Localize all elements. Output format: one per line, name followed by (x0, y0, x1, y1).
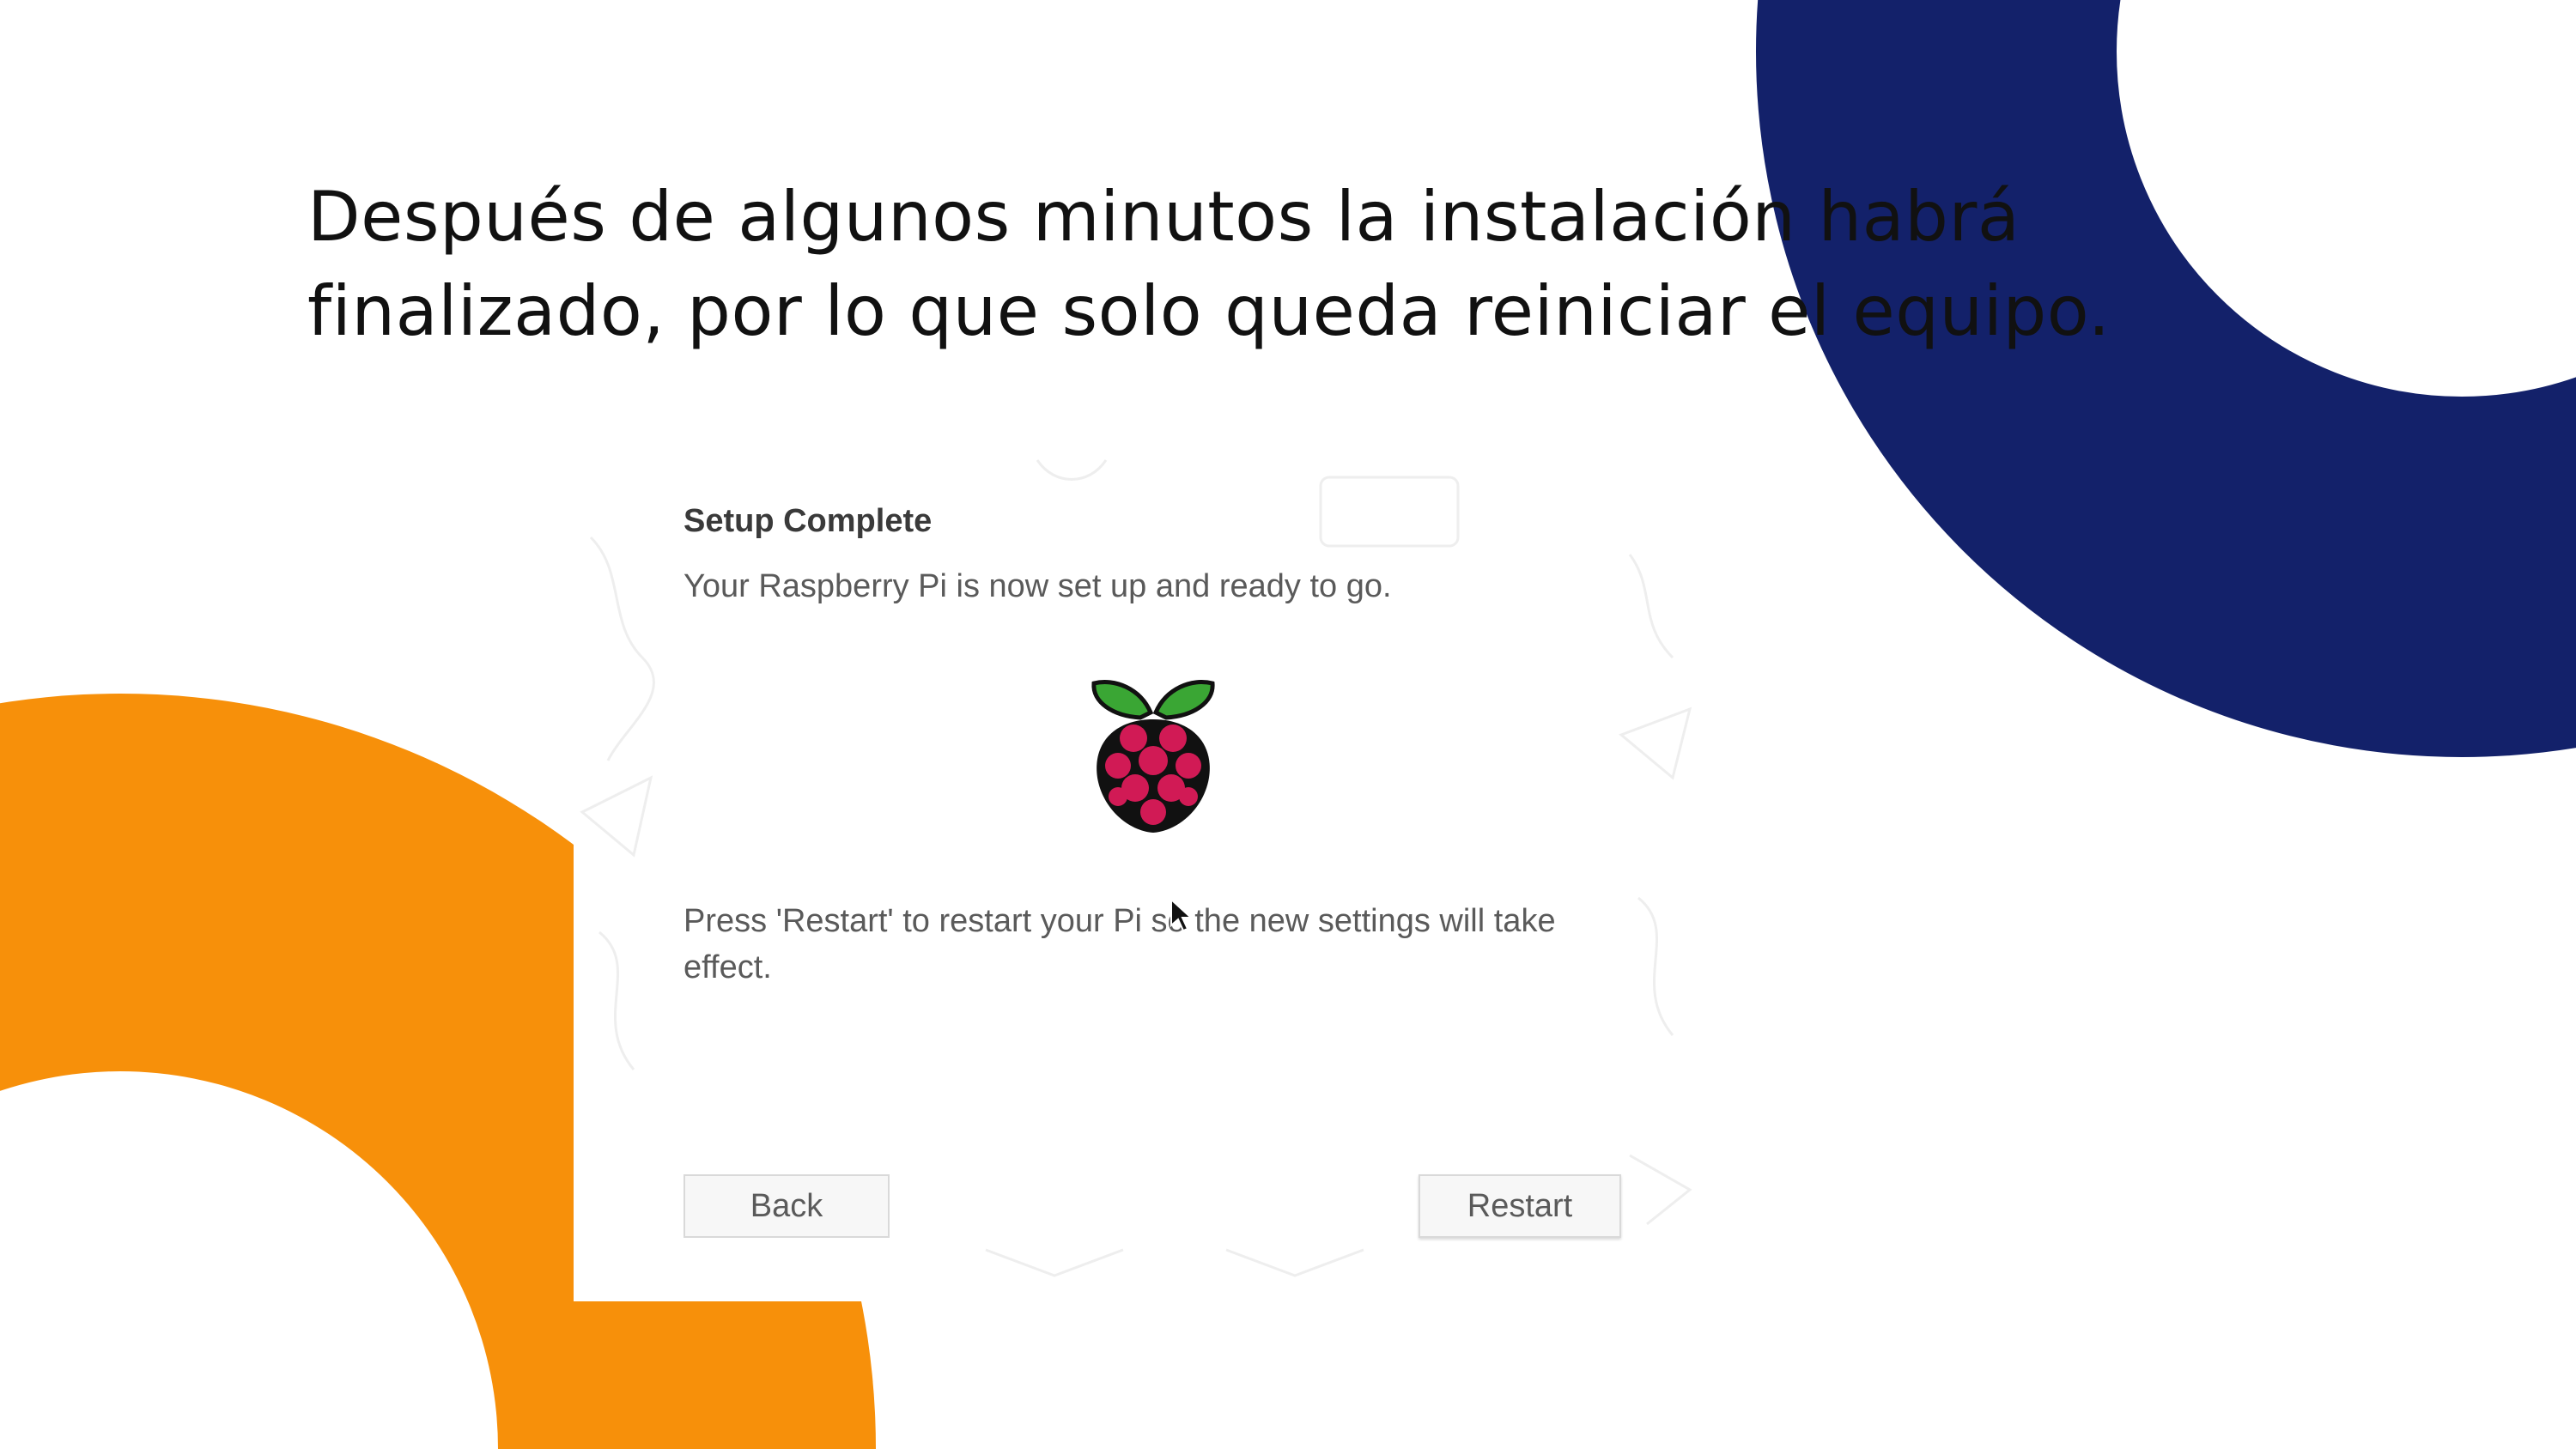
setup-dialog: Setup Complete Your Raspberry Pi is now … (574, 452, 1704, 1301)
restart-button[interactable]: Restart (1419, 1174, 1621, 1238)
slide: Después de algunos minutos la instalació… (0, 0, 2576, 1449)
dialog-title: Setup Complete (683, 503, 933, 539)
dialog-message: Your Raspberry Pi is now set up and read… (683, 568, 1392, 604)
slide-title: Después de algunos minutos la instalació… (307, 170, 2111, 359)
raspberry-pi-logo-icon (1091, 680, 1215, 833)
restart-instructions: Press 'Restart' to restart your Pi so th… (683, 903, 1556, 985)
mouse-cursor-icon (1170, 898, 1192, 932)
slide-title-line-2: finalizado, por lo que solo queda reinic… (307, 271, 2111, 351)
slide-title-line-1: Después de algunos minutos la instalació… (307, 177, 2020, 257)
back-button[interactable]: Back (683, 1174, 890, 1238)
